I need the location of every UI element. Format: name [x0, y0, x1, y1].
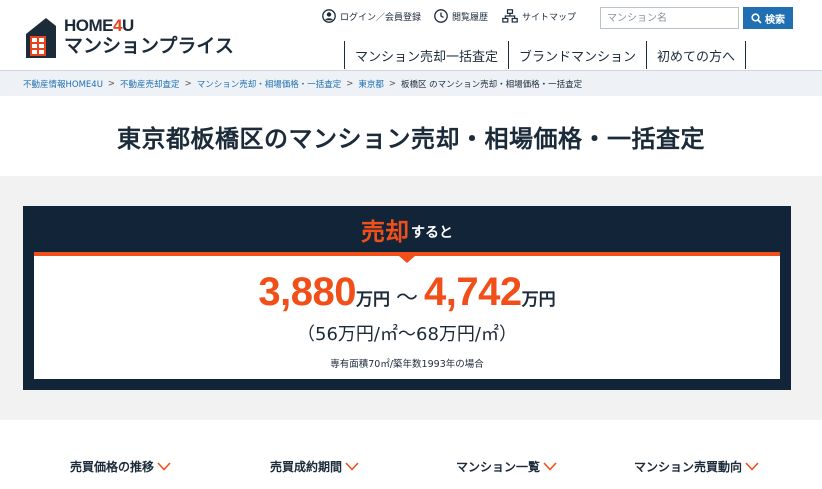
login-link[interactable]: ログイン／会員登録 [322, 9, 421, 23]
nav-brand-mansion[interactable]: ブランドマンション [508, 41, 646, 69]
price-heading: 売却 すると [23, 206, 791, 252]
price-heading-emphasis: 売却 [361, 217, 409, 246]
price-high: 4,742 [424, 270, 522, 314]
nav-mansion-sale-appraisal[interactable]: マンション売却一括査定 [344, 41, 508, 69]
breadcrumb-separator: > [184, 78, 192, 89]
section-tab-market-trend[interactable]: マンション売買動向 [634, 458, 759, 475]
price-estimate-box: 売却 すると 3,880万円～ 4,742万円 （56万円/㎡～68万円/㎡） 専有… [23, 206, 791, 390]
clock-icon [434, 9, 448, 23]
price-low-unit: 万円 [355, 290, 390, 310]
chevron-down-icon [345, 462, 359, 471]
breadcrumb-separator: > [107, 78, 116, 89]
price-heading-suffix: すると [411, 224, 453, 241]
price-range-tilde: ～ [395, 286, 418, 311]
section-nav: 売買価格の推移 売買成約期間 マンション一覧 マンション売買動向 [0, 420, 822, 489]
title-area: 東京都板橋区のマンション売却・相場価格・一括査定 [0, 96, 822, 176]
breadcrumb-separator: > [346, 78, 354, 89]
section-tab-price-trend[interactable]: 売買価格の推移 [70, 458, 171, 475]
price-high-unit: 万円 [521, 290, 556, 310]
breadcrumb-current: 板橋区 のマンション売却・相場価格・一括査定 [400, 79, 583, 90]
sitemap-icon [502, 9, 518, 23]
logo-wordmark: HOME4U [64, 15, 134, 35]
chevron-down-icon [543, 462, 557, 471]
breadcrumb-mansion-sale[interactable]: マンション売却・相場価格・一括査定 [197, 78, 342, 90]
section-tab-contract-period[interactable]: 売買成約期間 [270, 458, 359, 475]
site-logo[interactable]: HOME4U マンションプライス [24, 14, 234, 58]
search-button[interactable]: 検索 [743, 7, 793, 29]
sitemap-link[interactable]: サイトマップ [502, 9, 576, 23]
price-panel: 3,880万円～ 4,742万円 （56万円/㎡～68万円/㎡） 専有面積70㎡/… [34, 252, 780, 379]
price-notch [399, 256, 415, 263]
price-range: 3,880万円～ 4,742万円 [34, 270, 780, 315]
breadcrumb-appraisal[interactable]: 不動産売却査定 [120, 78, 180, 90]
global-nav: マンション売却一括査定 ブランドマンション 初めての方へ [344, 41, 747, 69]
price-condition-note: 専有面積70㎡/築年数1993年の場合 [330, 359, 484, 370]
logo-service-name: マンションプライス [64, 34, 234, 57]
breadcrumb: 不動産情報HOME4U > 不動産売却査定 > マンション売却・相場価格・一括査… [0, 70, 822, 96]
mansion-search-input[interactable] [600, 7, 739, 29]
chevron-down-icon [157, 462, 171, 471]
site-header: HOME4U マンションプライス ログイン／会員登録 閲覧履歴 サイトマップ 検… [0, 0, 822, 70]
price-per-sqm: （56万円/㎡～68万円/㎡） [297, 324, 517, 345]
nav-beginners-guide[interactable]: 初めての方へ [646, 41, 747, 69]
history-link[interactable]: 閲覧履歴 [434, 9, 488, 23]
chevron-down-icon [745, 462, 759, 471]
breadcrumb-tokyo[interactable]: 東京都 [358, 78, 384, 90]
breadcrumb-separator: > [388, 78, 396, 89]
user-icon [322, 9, 336, 23]
section-tab-mansion-list[interactable]: マンション一覧 [456, 458, 557, 475]
search-icon [751, 12, 762, 24]
breadcrumb-home[interactable]: 不動産情報HOME4U [23, 78, 103, 90]
page-title: 東京都板橋区のマンション売却・相場価格・一括査定 [117, 124, 705, 153]
building-logo-icon [24, 14, 58, 58]
price-low: 3,880 [258, 270, 356, 314]
